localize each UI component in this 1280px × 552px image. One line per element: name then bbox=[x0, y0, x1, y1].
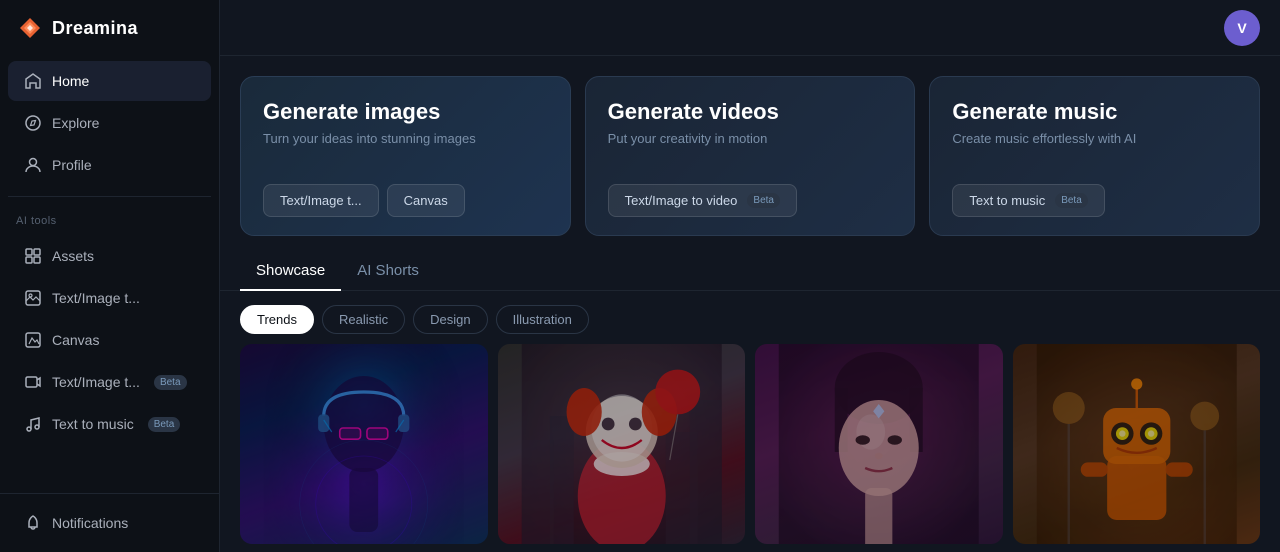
video-beta-badge: Beta bbox=[747, 193, 780, 208]
cards-area: Generate images Turn your ideas into stu… bbox=[220, 56, 1280, 252]
canvas-button[interactable]: Canvas bbox=[387, 184, 465, 217]
text-to-music-label: Text to music bbox=[969, 193, 1045, 208]
nav-separator-1 bbox=[8, 196, 211, 197]
sidebar-item-canvas[interactable]: Canvas bbox=[8, 320, 211, 360]
gallery-item-1-art bbox=[240, 344, 488, 544]
filters-area: Trends Realistic Design Illustration bbox=[220, 291, 1280, 344]
main-nav: Home Explore Profile bbox=[0, 56, 219, 190]
gallery-item-2[interactable] bbox=[498, 344, 746, 544]
filter-realistic[interactable]: Realistic bbox=[322, 305, 405, 334]
generate-music-card: Generate music Create music effortlessly… bbox=[929, 76, 1260, 236]
generate-videos-subtitle: Put your creativity in motion bbox=[608, 131, 893, 146]
compass-icon bbox=[24, 114, 42, 132]
textimage2-beta-badge: Beta bbox=[154, 375, 187, 390]
image-icon bbox=[24, 289, 42, 307]
filter-illustration[interactable]: Illustration bbox=[496, 305, 589, 334]
generate-videos-card: Generate videos Put your creativity in m… bbox=[585, 76, 916, 236]
ai-tools-label: AI tools bbox=[0, 203, 219, 231]
sidebar-item-explore-label: Explore bbox=[52, 115, 99, 131]
sidebar-item-textimage1[interactable]: Text/Image t... bbox=[8, 278, 211, 318]
sidebar-item-assets[interactable]: Assets bbox=[8, 236, 211, 276]
gallery-item-3-art bbox=[755, 344, 1003, 544]
generate-images-buttons: Text/Image t... Canvas bbox=[263, 184, 548, 217]
music-icon bbox=[24, 415, 42, 433]
tabs-area: Showcase AI Shorts bbox=[220, 252, 1280, 291]
tab-ai-shorts[interactable]: AI Shorts bbox=[341, 252, 435, 291]
sidebar-item-assets-label: Assets bbox=[52, 248, 94, 264]
sidebar-item-home-label: Home bbox=[52, 73, 89, 89]
generate-videos-title: Generate videos bbox=[608, 99, 893, 125]
sidebar-item-home[interactable]: Home bbox=[8, 61, 211, 101]
sidebar-item-texttomusic-label: Text to music bbox=[52, 416, 134, 432]
sidebar-bottom: Notifications bbox=[0, 493, 219, 552]
home-icon bbox=[24, 72, 42, 90]
text-image-to-video-button[interactable]: Text/Image to video Beta bbox=[608, 184, 797, 217]
sidebar-item-profile[interactable]: Profile bbox=[8, 145, 211, 185]
grid-icon bbox=[24, 247, 42, 265]
gallery-item-4[interactable] bbox=[1013, 344, 1261, 544]
sidebar: Dreamina Home Explore Profile AI tools bbox=[0, 0, 220, 552]
sidebar-item-texttomusic[interactable]: Text to music Beta bbox=[8, 404, 211, 444]
canvas-icon bbox=[24, 331, 42, 349]
text-to-music-button[interactable]: Text to music Beta bbox=[952, 184, 1104, 217]
sidebar-item-canvas-label: Canvas bbox=[52, 332, 99, 348]
generate-images-title: Generate images bbox=[263, 99, 548, 125]
topbar: V bbox=[220, 0, 1280, 56]
generate-images-card: Generate images Turn your ideas into stu… bbox=[240, 76, 571, 236]
sidebar-item-explore[interactable]: Explore bbox=[8, 103, 211, 143]
text-image-to-video-label: Text/Image to video bbox=[625, 193, 738, 208]
main-content: V Generate images Turn your ideas into s… bbox=[220, 0, 1280, 552]
generate-images-subtitle: Turn your ideas into stunning images bbox=[263, 131, 548, 146]
video-icon bbox=[24, 373, 42, 391]
sidebar-item-textimage1-label: Text/Image t... bbox=[52, 290, 140, 306]
tools-nav: Assets Text/Image t... Canvas Text/Image… bbox=[0, 231, 219, 449]
text-image-button[interactable]: Text/Image t... bbox=[263, 184, 379, 217]
sidebar-item-profile-label: Profile bbox=[52, 157, 92, 173]
generate-music-buttons: Text to music Beta bbox=[952, 184, 1237, 217]
user-avatar[interactable]: V bbox=[1224, 10, 1260, 46]
filter-trends[interactable]: Trends bbox=[240, 305, 314, 334]
generate-music-title: Generate music bbox=[952, 99, 1237, 125]
generate-music-subtitle: Create music effortlessly with AI bbox=[952, 131, 1237, 146]
sidebar-item-textimage2-label: Text/Image t... bbox=[52, 374, 140, 390]
filter-design[interactable]: Design bbox=[413, 305, 487, 334]
sidebar-item-notifications[interactable]: Notifications bbox=[8, 503, 211, 543]
dreamina-logo-icon bbox=[16, 14, 44, 42]
gallery-item-1[interactable] bbox=[240, 344, 488, 544]
texttomusic-beta-badge: Beta bbox=[148, 417, 181, 432]
gallery-item-4-art bbox=[1013, 344, 1261, 544]
tab-showcase[interactable]: Showcase bbox=[240, 252, 341, 291]
music-beta-badge: Beta bbox=[1055, 193, 1088, 208]
logo-area: Dreamina bbox=[0, 0, 219, 56]
user-icon bbox=[24, 156, 42, 174]
sidebar-item-textimage2[interactable]: Text/Image t... Beta bbox=[8, 362, 211, 402]
bell-icon bbox=[24, 514, 42, 532]
gallery bbox=[220, 344, 1280, 552]
sidebar-item-notifications-label: Notifications bbox=[52, 515, 128, 531]
logo-text: Dreamina bbox=[52, 18, 138, 39]
gallery-item-2-art bbox=[498, 344, 746, 544]
gallery-item-3[interactable] bbox=[755, 344, 1003, 544]
generate-videos-buttons: Text/Image to video Beta bbox=[608, 184, 893, 217]
